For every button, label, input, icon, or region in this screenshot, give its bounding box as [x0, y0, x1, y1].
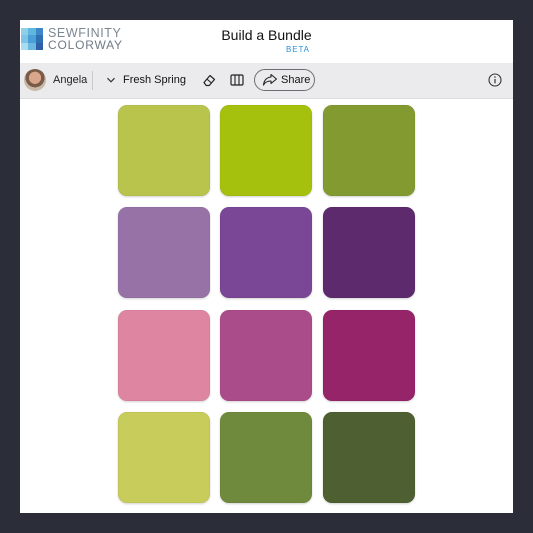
color-swatch[interactable] [323, 310, 415, 401]
beta-badge: BETA [286, 45, 310, 54]
color-swatch[interactable] [220, 207, 312, 298]
logo-tile [28, 42, 36, 50]
color-swatch[interactable] [323, 412, 415, 503]
logo-tile [35, 42, 43, 50]
toolbar: Angela Fresh Spring Share [20, 63, 513, 99]
header-bar: SEWFINITY COLORWAY Build a Bundle BETA [20, 20, 513, 63]
color-swatch[interactable] [118, 310, 210, 401]
share-arrow-icon [262, 73, 278, 86]
color-swatch[interactable] [118, 105, 210, 196]
color-swatch[interactable] [323, 105, 415, 196]
color-swatch[interactable] [220, 310, 312, 401]
info-icon[interactable] [488, 73, 502, 87]
columns-icon[interactable] [229, 72, 245, 88]
logo-tile [21, 42, 29, 50]
color-swatch[interactable] [220, 412, 312, 503]
color-swatch[interactable] [220, 105, 312, 196]
user-name[interactable]: Angela [53, 74, 87, 86]
share-button[interactable]: Share [254, 69, 315, 91]
color-swatch[interactable] [118, 207, 210, 298]
eraser-icon[interactable] [201, 72, 217, 88]
palette-name: Fresh Spring [123, 74, 186, 86]
avatar[interactable] [24, 69, 46, 91]
color-swatch[interactable] [118, 412, 210, 503]
chevron-down-icon [107, 77, 115, 83]
app-window: SEWFINITY COLORWAY Build a Bundle BETA A… [20, 20, 513, 513]
page-title: Build a Bundle [221, 27, 312, 43]
share-label: Share [281, 74, 311, 86]
color-swatch[interactable] [323, 207, 415, 298]
toolbar-divider [92, 71, 93, 90]
palette-dropdown[interactable]: Fresh Spring [106, 69, 186, 91]
